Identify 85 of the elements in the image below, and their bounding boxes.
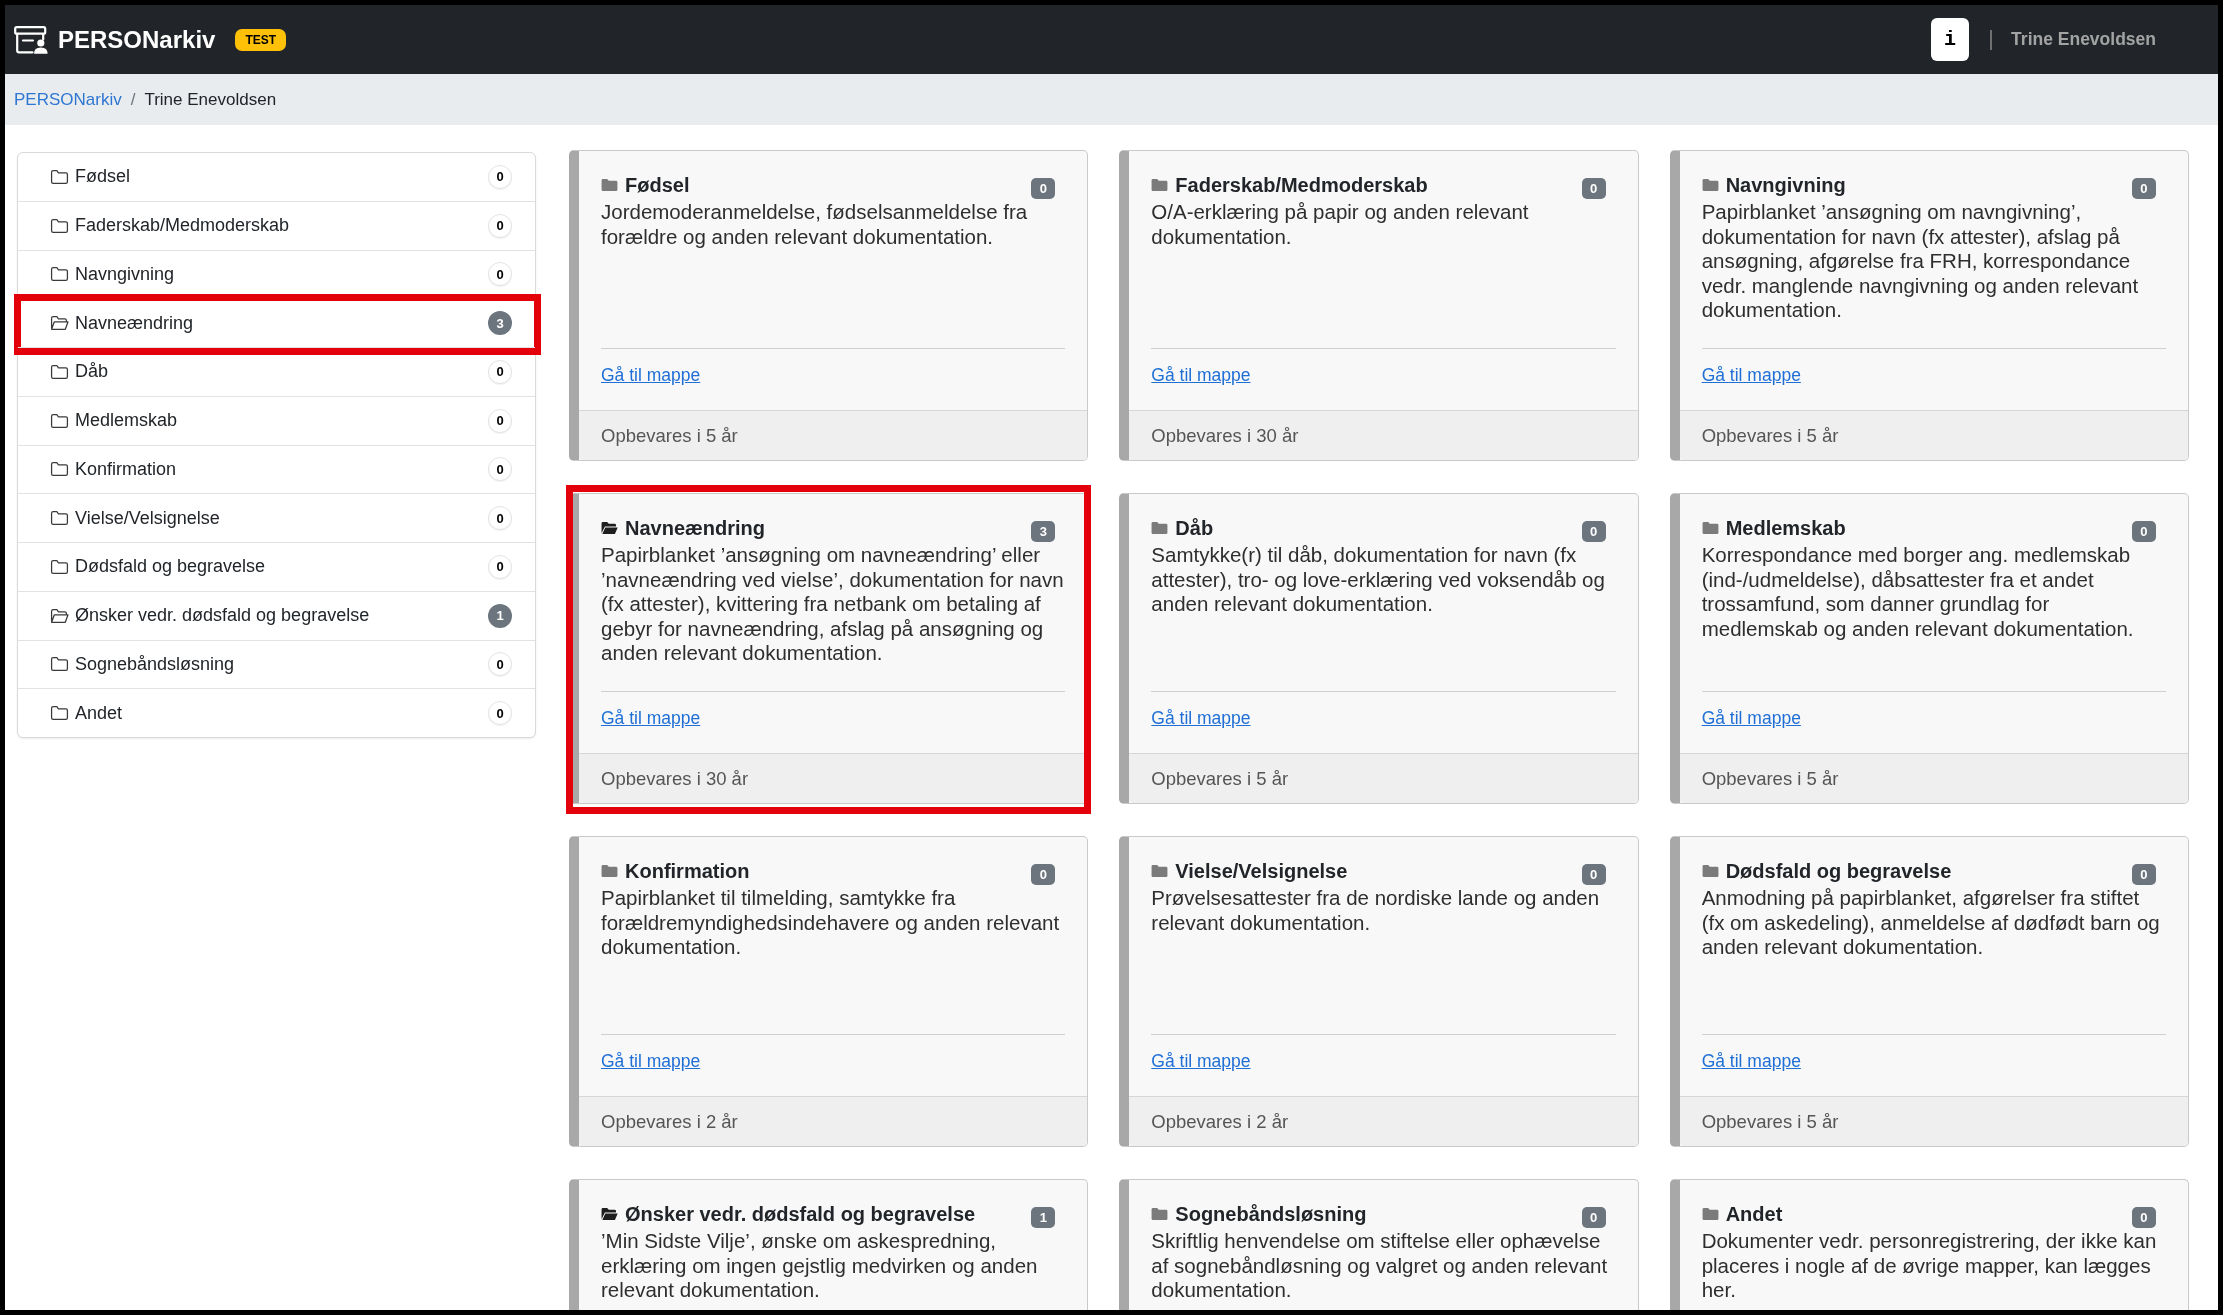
count-badge: 0 — [2132, 1206, 2156, 1228]
sidebar-item[interactable]: Dåb 0 — [18, 348, 535, 396]
count-badge: 0 — [1581, 520, 1606, 542]
card-description: O/A-erklæring på papir og anden relevant dokumentation. — [1151, 200, 1530, 249]
card-description: Prøvelsesattester fra de nordiske lande og anden relevant dokumentation. — [1151, 886, 1601, 935]
card-title: Ønsker vedr. dødsfald og begravelse — [625, 1202, 976, 1226]
count-badge: 0 — [488, 408, 512, 433]
folder-link[interactable]: Gå til mappe — [1151, 708, 1251, 728]
folder-link[interactable]: Gå til mappe — [1701, 365, 1801, 385]
card-description: Papirblanket ’ansøgning om navngivning’, dokumentation for navn (fx attester), afslag på ansøgning, afgørelse fra FRH, korrespondance vedr. manglende navngivning og anden relevant dokumentation. — [1701, 200, 2140, 323]
card-title: Vielse/Velsignelse — [1175, 859, 1348, 883]
retention-footer: Opbevares i 5 år — [1129, 753, 1638, 803]
count-badge: 0 — [2132, 520, 2156, 542]
count-badge: 0 — [488, 652, 512, 677]
count-badge: 0 — [1031, 863, 1056, 885]
user-name: Trine Enevoldsen — [2011, 29, 2156, 50]
retention-footer: Opbevares i 5 år — [1679, 410, 2188, 460]
folder-link[interactable]: Gå til mappe — [1151, 365, 1251, 385]
count-badge: 0 — [1581, 177, 1606, 199]
sidebar-item[interactable]: Medlemskab 0 — [18, 396, 535, 445]
card-title: Dåb — [1175, 516, 1214, 540]
card-description: Anmodning på papirblanket, afgørelser fra stiftet (fx om askedeling), anmeldelse af dødfødt barn og anden relevant dokumentation. — [1701, 886, 2161, 960]
folder-link[interactable]: Gå til mappe — [601, 1051, 701, 1071]
card-title: Medlemskab — [1725, 516, 1846, 540]
card-title: Dødsfald og begravelse — [1725, 859, 1952, 883]
sidebar-item[interactable]: Faderskab/Medmoderskab 0 — [18, 201, 535, 250]
card-title: Fødsel — [625, 173, 690, 197]
card-title: Faderskab/Medmoderskab — [1175, 173, 1428, 197]
count-badge: 0 — [488, 359, 512, 384]
retention-footer: Opbevares i 5 år — [1679, 1096, 2188, 1146]
sidebar-item[interactable]: Dødsfald og begravelse 0 — [18, 543, 535, 591]
count-badge: 0 — [488, 457, 512, 482]
breadcrumb-link[interactable]: PERSONarkiv — [14, 89, 122, 110]
count-badge: 0 — [488, 164, 512, 189]
breadcrumb-separator: / — [130, 89, 136, 110]
archive-person-icon — [14, 25, 48, 54]
card-description: ’Min Sidste Vilje’, ønske om askespredning, erklæring om ingen gejstlig medvirken og anden relevant dokumentation. — [601, 1229, 1039, 1303]
card-description: Papirblanket til tilmelding, samtykke fra forældremyndighedsindehavere og anden relevant dokumentation. — [601, 886, 1061, 960]
count-badge: 3 — [488, 311, 512, 336]
card-description: Skriftlig henvendelse om stiftelse eller ophævelse af sognebåndløsning og valgret og anden relevant dokumentation. — [1151, 1229, 1609, 1303]
card-title: Sognebåndsløsning — [1175, 1202, 1367, 1226]
retention-footer: Opbevares i 5 år — [1679, 753, 2188, 803]
sidebar-item[interactable]: Fødsel 0 — [18, 153, 535, 201]
count-badge: 0 — [2132, 177, 2156, 199]
card-description: Samtykke(r) til dåb, dokumentation for navn (fx attester), tro- og love-erklæring ved voksendåb og anden relevant dokumentation. — [1151, 543, 1606, 617]
count-badge: 0 — [488, 506, 512, 531]
sidebar-item[interactable]: Konfirmation 0 — [18, 445, 535, 494]
card-title: Andet — [1725, 1202, 1783, 1226]
card-title: Konfirmation — [625, 859, 750, 883]
count-badge: 0 — [1581, 863, 1606, 885]
count-badge: 0 — [1031, 177, 1056, 199]
count-badge: 3 — [1031, 520, 1056, 542]
count-badge: 0 — [488, 262, 512, 287]
env-badge: TEST — [235, 28, 287, 51]
folder-link[interactable]: Gå til mappe — [601, 365, 701, 385]
folder-link[interactable]: Gå til mappe — [1151, 1051, 1251, 1071]
card-description: Jordemoderanmeldelse, fødselsanmeldelse fra forældre og anden relevant dokumentation. — [601, 200, 1029, 249]
card-description: Dokumenter vedr. personregistrering, der ikke kan placeres i nogle af de øvrige mapper, kan lægges her. — [1701, 1229, 2158, 1303]
info-button[interactable]: i — [1931, 18, 1970, 61]
count-badge: 1 — [1031, 1206, 1056, 1228]
count-badge: 0 — [488, 701, 512, 726]
retention-footer: Opbevares i 2 år — [579, 1096, 1088, 1146]
count-badge: 0 — [2132, 863, 2156, 885]
sidebar-item[interactable]: Navngivning 0 — [18, 250, 535, 299]
breadcrumb-current: Trine Enevoldsen — [144, 89, 277, 110]
sidebar-item[interactable]: Sognebåndsløsning 0 — [18, 640, 535, 689]
count-badge: 0 — [488, 213, 512, 238]
brand-link[interactable]: PERSONarkiv — [14, 25, 216, 54]
card-description: Korrespondance med borger ang. medlemskab (ind-/udmeldelse), dåbsattester fra et andet trossamfund, som danner grundlag for medlemskab og anden relevant dokumentation. — [1701, 543, 2135, 641]
card-title: Navngivning — [1725, 173, 1846, 197]
count-badge: 0 — [1581, 1206, 1606, 1228]
count-badge: 0 — [488, 554, 512, 579]
card-description: Papirblanket ’ansøgning om navneændring’ eller ’navneændring ved vielse’, dokumentation for navn (fx attester), kvittering fra netbank om betaling af gebyr for navneændring, afslag på ansøgning og anden relevant dokumentation. — [601, 543, 1065, 666]
retention-footer: Opbevares i 30 år — [1129, 410, 1638, 460]
count-badge: 1 — [488, 603, 512, 628]
card-title: Navneændring — [625, 516, 766, 540]
folder-link[interactable]: Gå til mappe — [601, 708, 701, 728]
sidebar-item[interactable]: Andet 0 — [18, 689, 535, 737]
sidebar-item[interactable]: Navneændring 3 — [18, 299, 535, 347]
retention-footer: Opbevares i 2 år — [1129, 1096, 1638, 1146]
sidebar-item[interactable]: Vielse/Velsignelse 0 — [18, 494, 535, 542]
sidebar-item[interactable]: Ønsker vedr. dødsfald og begravelse 1 — [18, 591, 535, 640]
folder-link[interactable]: Gå til mappe — [1701, 708, 1801, 728]
folder-link[interactable]: Gå til mappe — [1701, 1051, 1801, 1071]
retention-footer: Opbevares i 5 år — [579, 410, 1088, 460]
